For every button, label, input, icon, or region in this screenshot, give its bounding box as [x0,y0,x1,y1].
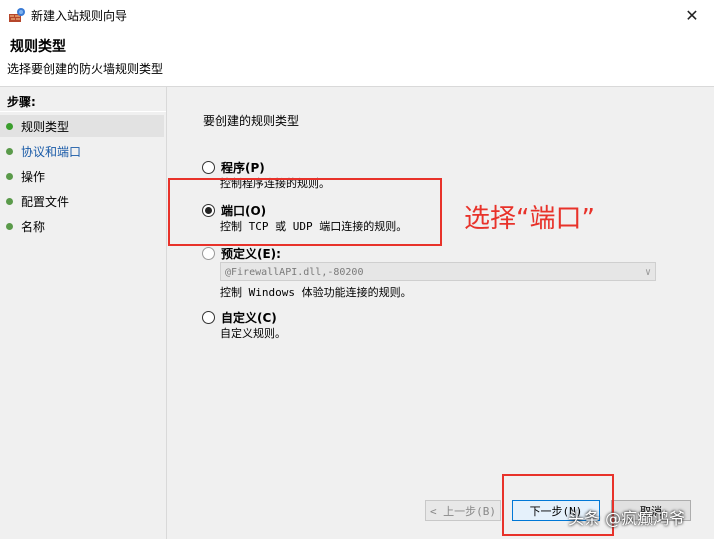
option-desc: 自定义规则。 [220,327,286,340]
option-program[interactable]: 程序(P) [202,159,265,176]
step-label: 操作 [21,169,46,184]
option-desc: 控制 Windows 体验功能连接的规则。 [220,286,412,299]
step-status-icon [6,147,13,155]
firewall-icon [9,8,25,22]
steps-sidebar: 步骤: 规则类型 协议和端口 操作 配置文件 名称 [0,87,167,539]
step-protocol-port[interactable]: 协议和端口 [0,140,164,162]
close-icon: ✕ [685,5,699,25]
steps-label: 步骤: [7,95,36,109]
main-panel: 要创建的规则类型 程序(P) 控制程序连接的规则。 端口(O) 控制 TCP 或… [167,87,714,539]
steps-divider [0,111,166,112]
step-status-icon [6,122,13,130]
step-status-icon [6,197,13,205]
option-predefined[interactable]: 预定义(E): [202,245,281,262]
step-profile[interactable]: 配置文件 [0,190,164,212]
step-rule-type[interactable]: 规则类型 [0,115,164,137]
step-action[interactable]: 操作 [0,165,164,187]
rule-type-prompt: 要创建的规则类型 [203,114,300,128]
highlight-box-port [168,178,442,246]
predefined-select[interactable]: @FirewallAPI.dll,-80200 ∨ [220,262,656,281]
watermark: 头条 @疯癫鸿爷 [568,509,686,528]
step-label: 名称 [21,219,46,234]
page-title: 规则类型 [10,39,66,55]
radio-custom[interactable] [202,311,215,324]
page-subtitle: 选择要创建的防火墙规则类型 [7,62,164,76]
option-custom[interactable]: 自定义(C) [202,309,277,326]
step-status-icon [6,222,13,230]
predefined-value: @FirewallAPI.dll,-80200 [225,267,364,278]
option-label: 程序(P) [221,161,265,175]
option-label: 自定义(C) [221,311,277,325]
step-name[interactable]: 名称 [0,215,164,237]
window-title: 新建入站规则向导 [31,9,128,23]
step-status-icon [6,172,13,180]
option-label: 预定义(E): [221,247,281,261]
chevron-down-icon: ∨ [644,267,651,278]
title-bar: 新建入站规则向导 ✕ [0,0,714,30]
step-label: 配置文件 [21,194,70,209]
annotation-text: 选择“端口” [464,204,595,234]
step-label: 协议和端口 [21,144,82,159]
page-header: 规则类型 选择要创建的防火墙规则类型 [0,30,714,87]
step-label: 规则类型 [21,119,70,134]
close-button[interactable]: ✕ [670,0,714,30]
radio-predefined[interactable] [202,247,215,260]
radio-program[interactable] [202,161,215,174]
back-button[interactable]: < 上一步(B) [425,500,501,521]
